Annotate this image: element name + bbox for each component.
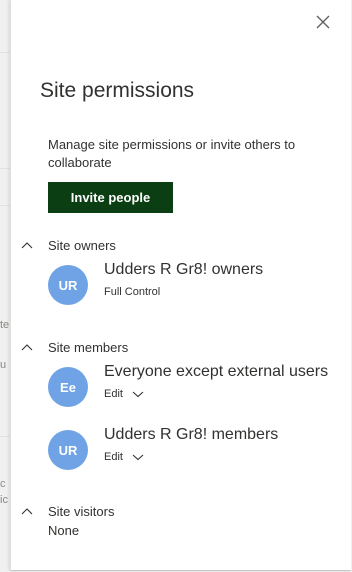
invite-people-button[interactable]: Invite people [48, 182, 173, 213]
member-name: Udders R Gr8! members [104, 426, 279, 443]
avatar: UR [48, 430, 88, 470]
member-item[interactable]: UR Udders R Gr8! members Edit [48, 426, 348, 474]
member-permission: Full Control [104, 286, 160, 298]
background-text-fragment: u [0, 359, 7, 371]
permission-label: Edit [104, 388, 123, 400]
background-divider [0, 52, 10, 53]
section-header-site-visitors[interactable]: Site visitors [20, 502, 114, 520]
permission-label: Full Control [104, 286, 161, 298]
section-label: Site members [48, 339, 129, 355]
section-header-site-owners[interactable]: Site owners [20, 236, 116, 254]
chevron-up-icon[interactable] [20, 240, 34, 250]
chevron-down-icon[interactable] [132, 453, 144, 461]
panel-title: Site permissions [40, 79, 195, 102]
chevron-down-icon[interactable] [132, 390, 144, 398]
section-label: Site owners [48, 237, 116, 253]
background-divider [0, 168, 10, 169]
panel-description: Manage site permissions or invite others… [48, 137, 296, 170]
member-item[interactable]: Ee Everyone except external users Edit [48, 363, 348, 411]
chevron-up-icon[interactable] [20, 506, 34, 516]
member-permission[interactable]: Edit [104, 388, 144, 400]
background-page: te u c ic [0, 0, 10, 572]
chevron-up-icon[interactable] [20, 342, 34, 352]
avatar: Ee [48, 367, 88, 407]
permission-label: Edit [104, 451, 123, 463]
member-permission[interactable]: Edit [104, 451, 144, 463]
member-name: Everyone except external users [104, 363, 329, 380]
background-text-fragment: c [0, 478, 6, 490]
close-icon[interactable] [313, 12, 333, 32]
background-text-fragment: te [0, 319, 10, 331]
background-divider [0, 436, 10, 437]
section-header-site-members[interactable]: Site members [20, 338, 128, 356]
background-divider [0, 205, 10, 206]
empty-state-text: None [48, 523, 80, 538]
site-permissions-panel: Site permissions Manage site permissions… [10, 0, 351, 571]
background-text-fragment: ic [0, 494, 8, 506]
avatar: UR [48, 265, 88, 305]
member-name: Udders R Gr8! owners [104, 261, 264, 278]
section-label: Site visitors [48, 503, 115, 519]
member-item[interactable]: UR Udders R Gr8! owners Full Control [48, 261, 348, 309]
